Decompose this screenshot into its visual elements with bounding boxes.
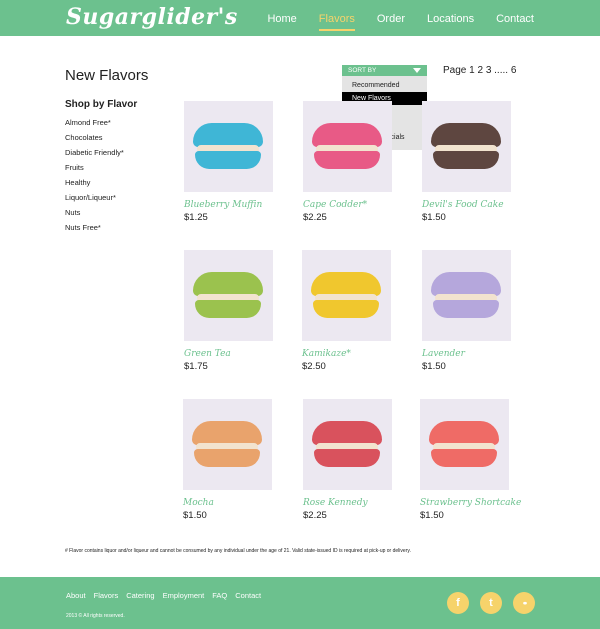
- product-name[interactable]: Green Tea: [184, 349, 276, 359]
- age-disclaimer: # Flavor contains liquor and/or liqueur …: [65, 548, 411, 554]
- sidebar-item-nuts[interactable]: Nuts: [65, 205, 124, 220]
- product-name[interactable]: Blueberry Muffin: [184, 200, 276, 210]
- macaron-illustration: [192, 421, 262, 471]
- product-card[interactable]: Green Tea $1.75: [184, 250, 276, 372]
- footer-links: About Flavors Catering Employment FAQ Co…: [66, 591, 269, 600]
- product-image[interactable]: [183, 399, 272, 490]
- footer-link-about[interactable]: About: [66, 591, 86, 600]
- footer-link-faq[interactable]: FAQ: [212, 591, 227, 600]
- product-card[interactable]: Blueberry Muffin $1.25: [184, 101, 276, 223]
- product-price: $2.25: [303, 212, 327, 223]
- product-card[interactable]: Mocha $1.50: [183, 399, 275, 521]
- product-price: $1.50: [422, 212, 446, 223]
- product-image[interactable]: [303, 399, 392, 490]
- sidebar-item-healthy[interactable]: Healthy: [65, 175, 124, 190]
- sidebar-item-diabetic-friendly[interactable]: Diabetic Friendly*: [65, 145, 124, 160]
- footer-link-flavors[interactable]: Flavors: [94, 591, 119, 600]
- sidebar-title: Shop by Flavor: [65, 99, 138, 110]
- sidebar-item-liquor[interactable]: Liquor/Liqueur*: [65, 190, 124, 205]
- footer-link-catering[interactable]: Catering: [126, 591, 154, 600]
- site-header: Sugarglider's Home Flavors Order Locatio…: [0, 0, 600, 36]
- product-name[interactable]: Lavender: [422, 349, 514, 359]
- product-price: $2.25: [303, 510, 327, 521]
- product-price: $1.75: [184, 361, 208, 372]
- macaron-illustration: [431, 123, 501, 173]
- site-logo[interactable]: Sugarglider's: [66, 4, 238, 30]
- nav-home[interactable]: Home: [267, 12, 296, 26]
- product-image[interactable]: [422, 250, 511, 341]
- twitter-icon[interactable]: t: [480, 592, 502, 614]
- macaron-illustration: [312, 421, 382, 471]
- sidebar-item-nuts-free[interactable]: Nuts Free*: [65, 220, 124, 235]
- product-card[interactable]: Devil's Food Cake $1.50: [422, 101, 514, 223]
- nav-order[interactable]: Order: [377, 12, 405, 26]
- nav-flavors[interactable]: Flavors: [318, 12, 355, 31]
- nav-contact[interactable]: Contact: [496, 12, 534, 26]
- sort-dropdown-header[interactable]: SORT BY: [342, 65, 427, 76]
- sort-label: SORT BY: [348, 67, 377, 74]
- chevron-down-icon[interactable]: [413, 68, 421, 73]
- product-price: $1.25: [184, 212, 208, 223]
- main-nav: Home Flavors Order Locations Contact: [245, 12, 534, 31]
- product-image[interactable]: [422, 101, 511, 192]
- product-price: $2.50: [302, 361, 326, 372]
- product-image[interactable]: [303, 101, 392, 192]
- macaron-illustration: [431, 272, 501, 322]
- product-price: $1.50: [422, 361, 446, 372]
- macaron-illustration: [193, 123, 263, 173]
- macaron-illustration: [312, 123, 382, 173]
- macaron-illustration: [193, 272, 263, 322]
- product-image[interactable]: [420, 399, 509, 490]
- facebook-icon[interactable]: f: [447, 592, 469, 614]
- site-footer: About Flavors Catering Employment FAQ Co…: [0, 577, 600, 629]
- product-card[interactable]: Cape Codder* $2.25: [303, 101, 395, 223]
- macaron-illustration: [429, 421, 499, 471]
- product-card[interactable]: Lavender $1.50: [422, 250, 514, 372]
- nav-locations[interactable]: Locations: [427, 12, 474, 26]
- product-name[interactable]: Kamikaze*: [302, 349, 394, 359]
- pagination[interactable]: Page 1 2 3 ..... 6: [443, 65, 516, 76]
- product-image[interactable]: [302, 250, 391, 341]
- product-image[interactable]: [184, 101, 273, 192]
- sidebar-item-chocolates[interactable]: Chocolates: [65, 130, 124, 145]
- product-card[interactable]: Rose Kennedy $2.25: [303, 399, 395, 521]
- product-name[interactable]: Cape Codder*: [303, 200, 395, 210]
- product-price: $1.50: [420, 510, 444, 521]
- footer-link-employment[interactable]: Employment: [163, 591, 205, 600]
- product-name[interactable]: Devil's Food Cake: [422, 200, 514, 210]
- flavor-filter-list: Almond Free* Chocolates Diabetic Friendl…: [65, 115, 124, 235]
- product-image[interactable]: [184, 250, 273, 341]
- product-card[interactable]: Kamikaze* $2.50: [302, 250, 394, 372]
- flickr-icon[interactable]: ••: [513, 592, 535, 614]
- copyright-text: 2013 © All rights reserved.: [66, 613, 125, 619]
- page-title: New Flavors: [65, 67, 149, 84]
- product-name[interactable]: Mocha: [183, 498, 275, 508]
- product-price: $1.50: [183, 510, 207, 521]
- sort-option-recommended[interactable]: Recommended: [342, 79, 427, 92]
- sidebar-item-fruits[interactable]: Fruits: [65, 160, 124, 175]
- product-name[interactable]: Strawberry Shortcake: [420, 498, 521, 508]
- macaron-illustration: [311, 272, 381, 322]
- product-card[interactable]: Strawberry Shortcake $1.50: [420, 399, 521, 521]
- product-name[interactable]: Rose Kennedy: [303, 498, 395, 508]
- sidebar-item-almond-free[interactable]: Almond Free*: [65, 115, 124, 130]
- footer-link-contact[interactable]: Contact: [235, 591, 261, 600]
